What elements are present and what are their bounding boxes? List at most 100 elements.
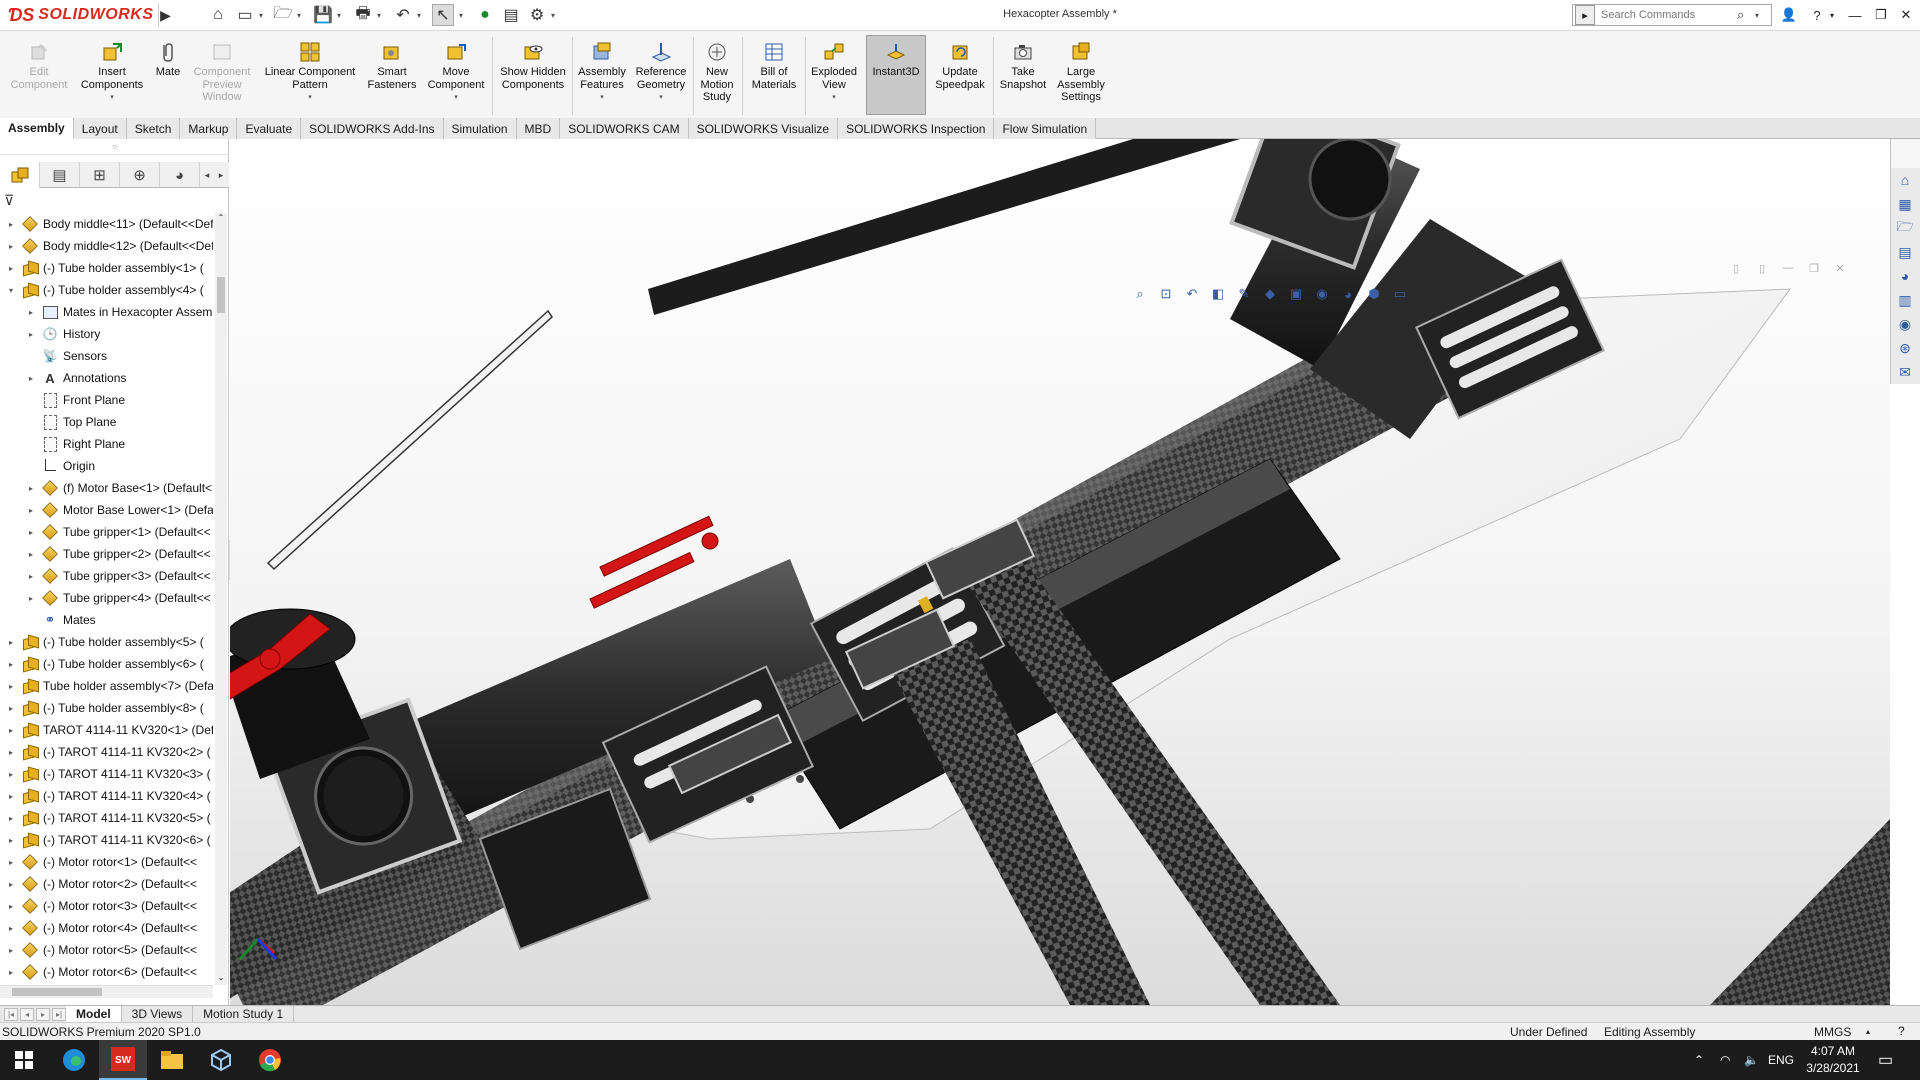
expand-arrow-icon[interactable]: ▸ bbox=[6, 792, 16, 801]
tree-item[interactable]: ▸ A Annotations bbox=[0, 367, 213, 389]
viewport-tile-icon[interactable]: ▯ bbox=[1728, 261, 1744, 275]
pane-scroll-right-icon[interactable]: ▸ bbox=[214, 162, 228, 188]
move-component-dropdown-icon[interactable]: ▾ bbox=[454, 92, 458, 105]
new-document-icon[interactable]: ▭ bbox=[234, 4, 256, 26]
update-speedpak-button[interactable]: Update Speedpak bbox=[930, 41, 990, 117]
tab-solidworks-visualize[interactable]: SOLIDWORKS Visualize bbox=[688, 118, 839, 139]
reference-geometry-dropdown-icon[interactable]: ▾ bbox=[659, 92, 663, 105]
tab-solidworks-cam[interactable]: SOLIDWORKS CAM bbox=[560, 118, 689, 139]
tree-item[interactable]: ▸ Motor Base Lower<1> (Defau bbox=[0, 499, 213, 521]
tree-item[interactable]: ▸ (-) TAROT 4114-11 KV320<4> ( bbox=[0, 785, 213, 807]
expand-arrow-icon[interactable]: ▸ bbox=[6, 682, 16, 691]
options-gear-icon[interactable]: ⚙ bbox=[526, 4, 548, 26]
collapse-arrow-icon[interactable]: ▾ bbox=[6, 286, 16, 295]
expand-arrow-icon[interactable]: ▸ bbox=[26, 528, 36, 537]
open-folder-icon[interactable]: 🗁 bbox=[272, 4, 294, 26]
prev-tab-icon[interactable]: ◂ bbox=[20, 1007, 34, 1021]
edit-appearance-icon[interactable]: ◕ bbox=[1338, 284, 1358, 304]
search-input[interactable] bbox=[1595, 6, 1737, 24]
edge-browser-icon[interactable] bbox=[50, 1040, 98, 1080]
tree-item[interactable]: ▸ Tube gripper<4> (Default<< bbox=[0, 587, 213, 609]
display-manager-icon[interactable]: ◕ bbox=[160, 162, 200, 188]
view-orientation-icon[interactable]: ◆ bbox=[1260, 284, 1280, 304]
viewport-minimize-icon[interactable]: — bbox=[1780, 261, 1796, 275]
featuremanager-tree-icon[interactable] bbox=[0, 162, 40, 188]
expand-arrow-icon[interactable]: ▸ bbox=[26, 374, 36, 383]
new-motion-study-button[interactable]: New Motion Study bbox=[696, 41, 738, 117]
print-dropdown-icon[interactable]: ▾ bbox=[374, 4, 384, 26]
appearances-icon[interactable]: ◕ bbox=[1891, 264, 1919, 288]
zoom-to-area-icon[interactable]: ⊡ bbox=[1156, 284, 1176, 304]
last-tab-icon[interactable]: ▸| bbox=[52, 1007, 66, 1021]
pane-scroll-left-icon[interactable]: ◂ bbox=[200, 162, 214, 188]
tab-model[interactable]: Model bbox=[66, 1005, 122, 1023]
tree-item[interactable]: Top Plane bbox=[0, 411, 213, 433]
minimize-icon[interactable]: — bbox=[1844, 4, 1866, 26]
expand-arrow-icon[interactable]: ▸ bbox=[6, 968, 16, 977]
view-palette-icon[interactable]: ▤ bbox=[1891, 240, 1919, 264]
display-style-icon[interactable]: ▣ bbox=[1286, 284, 1306, 304]
help-dropdown-icon[interactable]: ▾ bbox=[1826, 4, 1838, 26]
system-clock[interactable]: 4:07 AM 3/28/2021 bbox=[1800, 1043, 1866, 1077]
undo-dropdown-icon[interactable]: ▾ bbox=[414, 4, 424, 26]
tab-solidworks-inspection[interactable]: SOLIDWORKS Inspection bbox=[838, 118, 995, 139]
expand-arrow-icon[interactable]: ▸ bbox=[6, 770, 16, 779]
property-manager-icon[interactable]: ▤ bbox=[40, 162, 80, 188]
tab-flow-simulation[interactable]: Flow Simulation bbox=[994, 118, 1097, 139]
viewport-close-icon[interactable]: ✕ bbox=[1832, 261, 1848, 275]
dynamic-annotation-view-icon[interactable]: ✎ bbox=[1234, 284, 1254, 304]
expand-arrow-icon[interactable]: ▸ bbox=[6, 242, 16, 251]
solidworks-resources-icon[interactable]: ⌂ bbox=[1891, 168, 1919, 192]
close-icon[interactable]: ✕ bbox=[1895, 4, 1917, 26]
tree-item[interactable]: ▾ (-) Tube holder assembly<4> ( bbox=[0, 279, 213, 301]
linear-pattern-dropdown-icon[interactable]: ▾ bbox=[308, 92, 312, 105]
menu-expand-arrow-icon[interactable]: ▶ bbox=[158, 3, 172, 27]
dimxpert-manager-icon[interactable]: ⊕ bbox=[120, 162, 160, 188]
tab-motion-study-1[interactable]: Motion Study 1 bbox=[193, 1005, 295, 1023]
tree-item[interactable]: 📡 Sensors bbox=[0, 345, 213, 367]
tab-sketch[interactable]: Sketch bbox=[126, 118, 181, 139]
tree-item[interactable]: ⚭ Mates bbox=[0, 609, 213, 631]
tree-vertical-scrollbar[interactable]: ⌃ ⌄ bbox=[215, 213, 227, 985]
notifications-icon[interactable]: ▭ bbox=[1878, 1040, 1893, 1080]
custom-properties-icon[interactable]: ▥ bbox=[1891, 288, 1919, 312]
new-dropdown-icon[interactable]: ▾ bbox=[256, 4, 266, 26]
undo-icon[interactable]: ↶ bbox=[392, 4, 414, 26]
solidworks-forum-icon[interactable]: ◉ bbox=[1891, 312, 1919, 336]
scroll-up-icon[interactable]: ⌃ bbox=[215, 213, 227, 225]
scroll-down-icon[interactable]: ⌄ bbox=[215, 973, 227, 985]
input-language[interactable]: ENG bbox=[1768, 1040, 1794, 1080]
rebuild-traffic-light-icon[interactable]: ● bbox=[474, 4, 496, 26]
user-account-icon[interactable]: 👤 bbox=[1778, 4, 1800, 26]
expand-arrow-icon[interactable]: ▸ bbox=[26, 594, 36, 603]
expand-arrow-icon[interactable]: ▸ bbox=[6, 858, 16, 867]
select-cursor-icon[interactable]: ↖ bbox=[432, 4, 454, 26]
instant3d-button[interactable]: Instant3D bbox=[866, 35, 926, 115]
apply-scene-icon[interactable]: ⬢ bbox=[1364, 284, 1384, 304]
tab-markup[interactable]: Markup bbox=[180, 118, 238, 139]
exploded-view-button[interactable]: Exploded View ▾ bbox=[808, 41, 860, 117]
expand-arrow-icon[interactable]: ▸ bbox=[6, 748, 16, 757]
tree-item[interactable]: Front Plane bbox=[0, 389, 213, 411]
show-hidden-components-button[interactable]: Show Hidden Components bbox=[496, 41, 570, 117]
tree-item[interactable]: ▸ (-) Motor rotor<5> (Default<< bbox=[0, 939, 213, 961]
expand-arrow-icon[interactable]: ▸ bbox=[26, 330, 36, 339]
previous-view-icon[interactable]: ↶ bbox=[1182, 284, 1202, 304]
tree-item[interactable]: ▸ Body middle<11> (Default<<Defa bbox=[0, 213, 213, 235]
exploded-view-dropdown-icon[interactable]: ▾ bbox=[832, 92, 836, 105]
expand-arrow-icon[interactable]: ▸ bbox=[26, 484, 36, 493]
tree-item[interactable]: ▸ Tube gripper<1> (Default<< bbox=[0, 521, 213, 543]
tree-item[interactable]: ▸ Tube gripper<2> (Default<< bbox=[0, 543, 213, 565]
next-tab-icon[interactable]: ▸ bbox=[36, 1007, 50, 1021]
search-dropdown-icon[interactable]: ▾ bbox=[1755, 11, 1759, 20]
units-dropdown-icon[interactable]: ▴ bbox=[1866, 1027, 1870, 1036]
tab-3d-views[interactable]: 3D Views bbox=[122, 1005, 194, 1023]
expand-arrow-icon[interactable]: ▸ bbox=[26, 506, 36, 515]
section-view-icon[interactable]: ◧ bbox=[1208, 284, 1228, 304]
tree-horizontal-scrollbar[interactable] bbox=[0, 985, 213, 998]
quick-tips-icon[interactable]: ? bbox=[1898, 1024, 1905, 1038]
tree-item[interactable]: ▸ (-) Motor rotor<2> (Default<< bbox=[0, 873, 213, 895]
select-dropdown-icon[interactable]: ▾ bbox=[456, 4, 466, 26]
print-icon[interactable]: 🖶 bbox=[352, 4, 374, 26]
expand-arrow-icon[interactable]: ▸ bbox=[6, 902, 16, 911]
